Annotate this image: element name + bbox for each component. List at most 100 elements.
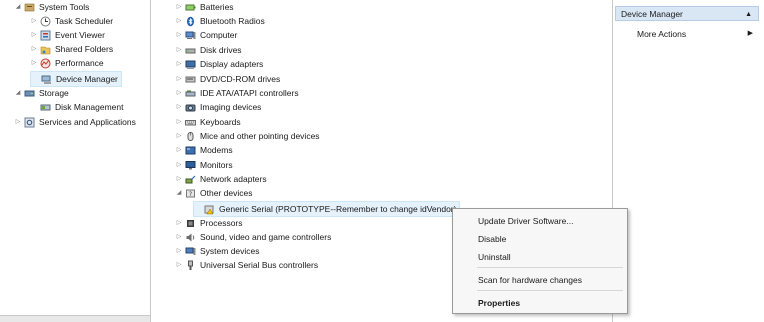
device-category-modems[interactable]: ▷ Modems xyxy=(175,143,233,157)
device-category-network-adapters[interactable]: ▷ Network adapters xyxy=(175,172,267,186)
collapse-arrow-icon[interactable]: ◢ xyxy=(14,0,22,14)
device-category-sound-video-game[interactable]: ▷ Sound, video and game controllers xyxy=(175,230,332,244)
device-category-label: Batteries xyxy=(200,2,234,12)
expand-arrow-icon[interactable]: ▷ xyxy=(175,43,183,57)
modem-icon xyxy=(185,145,196,156)
expand-arrow-icon[interactable]: ▷ xyxy=(175,57,183,71)
expand-arrow-icon[interactable]: ▷ xyxy=(175,129,183,143)
tree-item-label: System Tools xyxy=(39,2,90,12)
menu-item-uninstall[interactable]: Uninstall xyxy=(478,250,511,264)
other-devices-icon: ? xyxy=(185,188,196,199)
expand-arrow-icon[interactable]: ▷ xyxy=(175,86,183,100)
more-actions-item[interactable]: More Actions ▶ xyxy=(637,27,753,41)
collapse-triangle-icon[interactable]: ▲ xyxy=(745,7,752,20)
tree-item-performance[interactable]: ▷ Performance xyxy=(30,56,104,70)
device-category-label: DVD/CD-ROM drives xyxy=(200,74,281,84)
tree-item-label: Storage xyxy=(39,88,69,98)
device-category-label: Processors xyxy=(200,218,243,228)
device-category-display-adapters[interactable]: ▷ Display adapters xyxy=(175,57,264,71)
device-category-monitors[interactable]: ▷ Monitors xyxy=(175,158,233,172)
collapse-arrow-icon[interactable]: ◢ xyxy=(175,186,183,200)
battery-icon xyxy=(185,2,196,13)
device-category-other-devices[interactable]: ◢ ? Other devices xyxy=(175,186,253,200)
tree-item-storage[interactable]: ◢ Storage xyxy=(14,86,69,100)
expand-arrow-icon[interactable]: ▷ xyxy=(175,244,183,258)
expand-arrow-icon[interactable]: ▷ xyxy=(175,143,183,157)
expand-arrow-icon[interactable]: ▷ xyxy=(175,100,183,114)
device-category-label: Other devices xyxy=(200,188,253,198)
usb-icon xyxy=(185,260,196,271)
sound-icon xyxy=(185,232,196,243)
event-viewer-icon xyxy=(40,30,51,41)
tree-item-device-manager[interactable]: Device Manager xyxy=(30,71,122,87)
submenu-arrow-icon: ▶ xyxy=(747,30,753,37)
actions-section-header[interactable]: Device Manager ▲ xyxy=(615,6,759,21)
device-category-system-devices[interactable]: ▷ System devices xyxy=(175,244,260,258)
device-category-batteries[interactable]: ▷ Batteries xyxy=(175,0,234,14)
tree-item-event-viewer[interactable]: ▷ Event Viewer xyxy=(30,28,105,42)
expand-arrow-icon[interactable]: ▷ xyxy=(175,115,183,129)
device-category-bluetooth-radios[interactable]: ▷ Bluetooth Radios xyxy=(175,14,265,28)
menu-item-disable[interactable]: Disable xyxy=(478,232,506,246)
tree-item-shared-folders[interactable]: ▷ Shared Folders xyxy=(30,42,113,56)
device-category-label: IDE ATA/ATAPI controllers xyxy=(200,88,299,98)
expand-arrow-icon[interactable]: ▷ xyxy=(175,172,183,186)
shared-folder-icon xyxy=(40,44,51,55)
expand-arrow-icon[interactable]: ▷ xyxy=(175,158,183,172)
device-category-imaging-devices[interactable]: ▷ Imaging devices xyxy=(175,100,262,114)
actions-pane: Device Manager ▲ More Actions ▶ xyxy=(612,0,761,322)
svg-text:?: ? xyxy=(189,191,192,198)
menu-item-update-driver-software[interactable]: Update Driver Software... xyxy=(478,214,573,228)
tree-item-task-scheduler[interactable]: ▷ Task Scheduler xyxy=(30,14,113,28)
keyboard-icon xyxy=(185,117,196,128)
device-category-label: Keyboards xyxy=(200,117,241,127)
bluetooth-icon xyxy=(185,16,196,27)
device-category-label: System devices xyxy=(200,246,260,256)
network-icon xyxy=(185,174,196,185)
device-category-dvd-cd-rom-drives[interactable]: ▷ DVD/CD-ROM drives xyxy=(175,72,281,86)
performance-icon xyxy=(40,58,51,69)
expand-arrow-icon[interactable]: ▷ xyxy=(175,230,183,244)
device-category-processors[interactable]: ▷ Processors xyxy=(175,216,243,230)
expand-arrow-icon[interactable]: ▷ xyxy=(30,42,38,56)
clock-icon xyxy=(40,16,51,27)
storage-icon xyxy=(24,88,35,99)
expand-arrow-icon[interactable]: ▷ xyxy=(175,216,183,230)
expand-arrow-icon[interactable]: ▷ xyxy=(30,14,38,28)
expand-arrow-icon[interactable]: ▷ xyxy=(30,56,38,70)
device-category-label: Universal Serial Bus controllers xyxy=(200,260,319,270)
device-category-mice[interactable]: ▷ Mice and other pointing devices xyxy=(175,129,320,143)
expand-arrow-icon[interactable]: ▷ xyxy=(175,0,183,14)
expand-arrow-icon[interactable]: ▷ xyxy=(175,14,183,28)
device-category-disk-drives[interactable]: ▷ Disk drives xyxy=(175,43,242,57)
expand-arrow-icon[interactable]: ▷ xyxy=(175,72,183,86)
expand-arrow-icon[interactable]: ▷ xyxy=(175,258,183,272)
monitor-icon xyxy=(185,160,196,171)
tree-item-services-and-applications[interactable]: ▷ Services and Applications xyxy=(14,115,136,129)
device-category-label: Sound, video and game controllers xyxy=(200,232,332,242)
horizontal-scrollbar[interactable] xyxy=(0,315,150,322)
device-category-label: Mice and other pointing devices xyxy=(200,131,320,141)
expand-arrow-icon[interactable]: ▷ xyxy=(175,28,183,42)
expand-arrow-icon[interactable]: ▷ xyxy=(30,28,38,42)
tree-item-label: Services and Applications xyxy=(39,117,136,127)
ide-controller-icon xyxy=(185,88,196,99)
camera-icon xyxy=(185,102,196,113)
tree-item-system-tools[interactable]: ◢ System Tools xyxy=(14,0,90,14)
device-category-keyboards[interactable]: ▷ Keyboards xyxy=(175,115,241,129)
menu-item-properties[interactable]: Properties xyxy=(478,296,520,310)
dvd-icon xyxy=(185,74,196,85)
device-category-usb-controllers[interactable]: ▷ Universal Serial Bus controllers xyxy=(175,258,318,272)
device-category-ide-ata-atapi-controllers[interactable]: ▷ IDE ATA/ATAPI controllers xyxy=(175,86,299,100)
disk-icon xyxy=(40,102,51,113)
expand-arrow-icon[interactable]: ▷ xyxy=(14,115,22,129)
computer-icon xyxy=(185,30,196,41)
device-category-computer[interactable]: ▷ Computer xyxy=(175,28,238,42)
device-category-label: Display adapters xyxy=(200,59,264,69)
tree-item-disk-management[interactable]: Disk Management xyxy=(30,100,124,114)
device-generic-serial[interactable]: Generic Serial (PROTOTYPE--Remember to c… xyxy=(193,201,461,217)
menu-item-scan-for-hardware-changes[interactable]: Scan for hardware changes xyxy=(478,273,582,287)
display-adapter-icon xyxy=(185,59,196,70)
device-category-label: Bluetooth Radios xyxy=(200,16,265,26)
collapse-arrow-icon[interactable]: ◢ xyxy=(14,86,22,100)
